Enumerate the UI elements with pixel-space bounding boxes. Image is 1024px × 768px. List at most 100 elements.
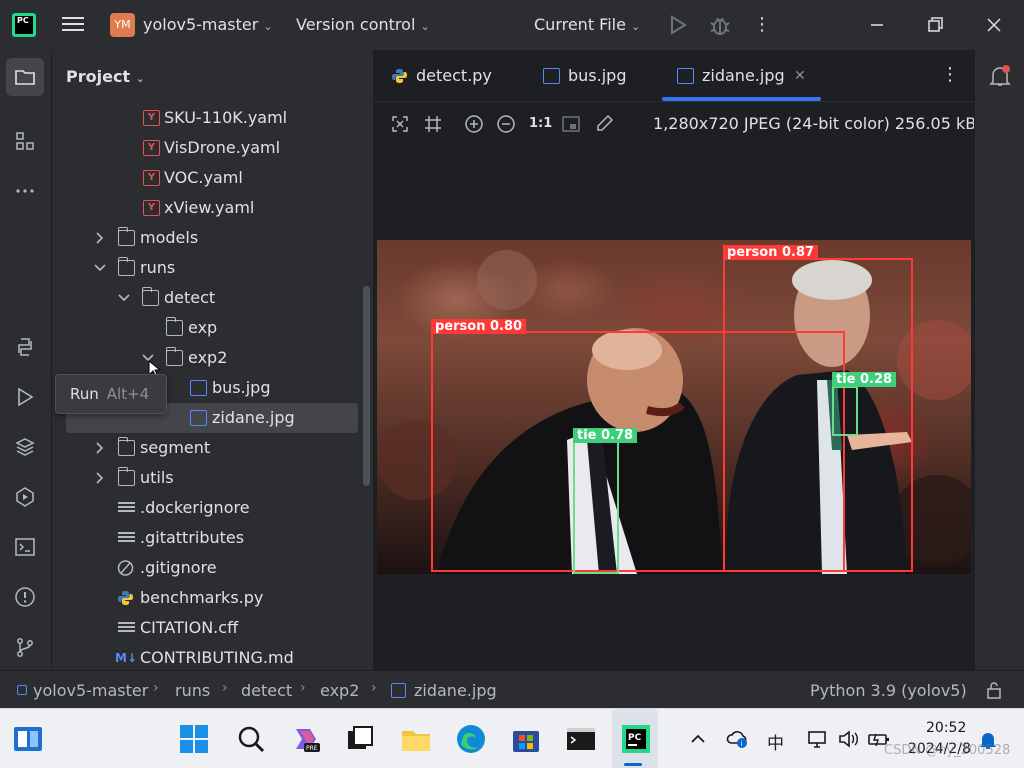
tab-close-icon[interactable]: ✕	[794, 66, 806, 86]
image-file-icon	[677, 68, 694, 84]
volume-icon[interactable]	[837, 729, 859, 749]
chevron-right-icon[interactable]	[93, 433, 107, 463]
ime-indicator[interactable]: 中	[767, 729, 784, 754]
tree-item-label: zidane.jpg	[212, 408, 295, 427]
minimize-icon[interactable]	[864, 12, 890, 38]
tree-item[interactable]: Y xView.yaml	[52, 193, 373, 223]
tree-item[interactable]: .gitattributes	[52, 523, 373, 553]
project-switcher[interactable]: yolov5-master ⌄	[143, 15, 273, 34]
fit-zoom-icon[interactable]	[390, 114, 410, 134]
widgets-icon[interactable]	[12, 725, 44, 753]
version-control-menu[interactable]: Version control ⌄	[296, 15, 430, 34]
onedrive-icon[interactable]: i	[726, 729, 750, 749]
breadcrumb-item[interactable]: detect	[241, 681, 292, 700]
breadcrumb-item[interactable]: exp2	[320, 681, 359, 700]
zoom-in-icon[interactable]	[464, 114, 484, 134]
breadcrumb-item[interactable]: zidane.jpg	[414, 681, 497, 700]
tree-item[interactable]: .gitignore	[52, 553, 373, 583]
lock-icon[interactable]	[985, 681, 1003, 699]
more-horizontal-icon[interactable]	[6, 172, 44, 210]
tree-item-label: .gitignore	[140, 558, 217, 577]
tree-folder[interactable]: runs	[52, 253, 373, 283]
tab-label: zidane.jpg	[702, 66, 785, 85]
edge-icon[interactable]	[455, 723, 487, 755]
tree-item[interactable]: Y VisDrone.yaml	[52, 133, 373, 163]
more-vertical-icon[interactable]: ⋮	[941, 64, 959, 85]
left-tool-strip	[0, 50, 52, 670]
hamburger-icon[interactable]	[62, 14, 84, 36]
chevron-up-icon[interactable]	[689, 731, 707, 747]
tree-item[interactable]: M↓ CONTRIBUTING.md	[52, 643, 373, 670]
tree-folder[interactable]: segment	[52, 433, 373, 463]
task-view-icon[interactable]	[344, 723, 376, 755]
chevron-right-icon: ›	[371, 680, 377, 696]
services-icon[interactable]	[6, 478, 44, 516]
tree-folder[interactable]: exp2	[52, 343, 373, 373]
start-icon[interactable]	[178, 723, 210, 755]
python-console-icon[interactable]	[6, 328, 44, 366]
tree-folder[interactable]: detect	[52, 283, 373, 313]
close-icon[interactable]	[981, 12, 1007, 38]
editor-tab-bar: detect.py bus.jpg zidane.jpg ✕ ⋮	[375, 50, 974, 102]
image-file-icon	[543, 68, 560, 84]
notifications-icon[interactable]	[989, 64, 1011, 88]
scrollbar-thumb[interactable]	[363, 286, 370, 486]
tab-label: bus.jpg	[568, 66, 627, 85]
layers-icon[interactable]	[6, 428, 44, 466]
clock-time[interactable]: 20:52	[926, 720, 966, 736]
background-toggle-icon[interactable]	[561, 114, 581, 134]
tree-item[interactable]: benchmarks.py	[52, 583, 373, 613]
run-config-label: Current File	[534, 15, 626, 34]
image-info: 1,280x720 JPEG (24-bit color) 256.05 kB	[653, 114, 977, 133]
project-panel-header[interactable]: Project ⌄	[66, 67, 145, 86]
python-interpreter[interactable]: Python 3.9 (yolov5)	[810, 681, 967, 700]
store-icon[interactable]	[510, 723, 542, 755]
tree-folder[interactable]: exp	[52, 313, 373, 343]
project-badge[interactable]: YM	[110, 13, 135, 37]
terminal-icon[interactable]	[6, 528, 44, 566]
zoom-out-icon[interactable]	[496, 114, 516, 134]
detection-box	[832, 386, 858, 436]
chevron-right-icon[interactable]	[93, 463, 107, 493]
image-file-icon	[391, 683, 406, 698]
tree-item-label: segment	[140, 438, 211, 457]
chevron-right-icon[interactable]	[93, 223, 107, 253]
tree-item-label: detect	[164, 288, 216, 307]
breadcrumb-item[interactable]: yolov5-master	[33, 681, 148, 700]
maximize-icon[interactable]	[922, 12, 948, 38]
network-icon[interactable]	[806, 729, 828, 749]
tree-item[interactable]: .dockerignore	[52, 493, 373, 523]
file-explorer-icon[interactable]	[400, 723, 432, 755]
git-icon[interactable]	[6, 628, 44, 666]
svg-text:PRE: PRE	[306, 745, 318, 752]
structure-icon[interactable]	[6, 122, 44, 160]
chevron-down-icon[interactable]	[93, 253, 107, 283]
breadcrumb-item[interactable]: runs	[175, 681, 210, 700]
problems-icon[interactable]	[6, 578, 44, 616]
run-icon[interactable]	[668, 14, 688, 36]
tree-folder[interactable]: utils	[52, 463, 373, 493]
chevron-down-icon[interactable]	[117, 283, 131, 313]
color-picker-icon[interactable]	[594, 114, 614, 134]
run-config-selector[interactable]: Current File ⌄	[534, 15, 640, 34]
tree-item[interactable]: CITATION.cff	[52, 613, 373, 643]
tab-bus-jpg[interactable]: bus.jpg	[543, 50, 653, 102]
yaml-file-icon: Y	[143, 170, 160, 186]
run-icon[interactable]	[6, 378, 44, 416]
folder-icon	[117, 257, 135, 276]
debug-icon[interactable]	[708, 13, 732, 37]
search-icon[interactable]	[235, 723, 267, 755]
grid-icon[interactable]	[423, 114, 443, 134]
tree-item[interactable]: Y SKU-110K.yaml	[52, 103, 373, 133]
terminal-icon[interactable]	[565, 723, 597, 755]
pycharm-icon[interactable]: PC	[620, 723, 652, 755]
tab-detect-py[interactable]: detect.py	[391, 50, 521, 102]
text-file-icon	[118, 500, 135, 516]
tree-item[interactable]: Y VOC.yaml	[52, 163, 373, 193]
more-vertical-icon[interactable]: ⋮	[752, 12, 772, 38]
tree-folder[interactable]: models	[52, 223, 373, 253]
actual-size-button[interactable]: 1:1	[529, 114, 553, 134]
folder-icon[interactable]	[6, 58, 44, 96]
copilot-icon[interactable]: PRE	[290, 723, 322, 755]
package-folder-icon	[117, 227, 135, 246]
